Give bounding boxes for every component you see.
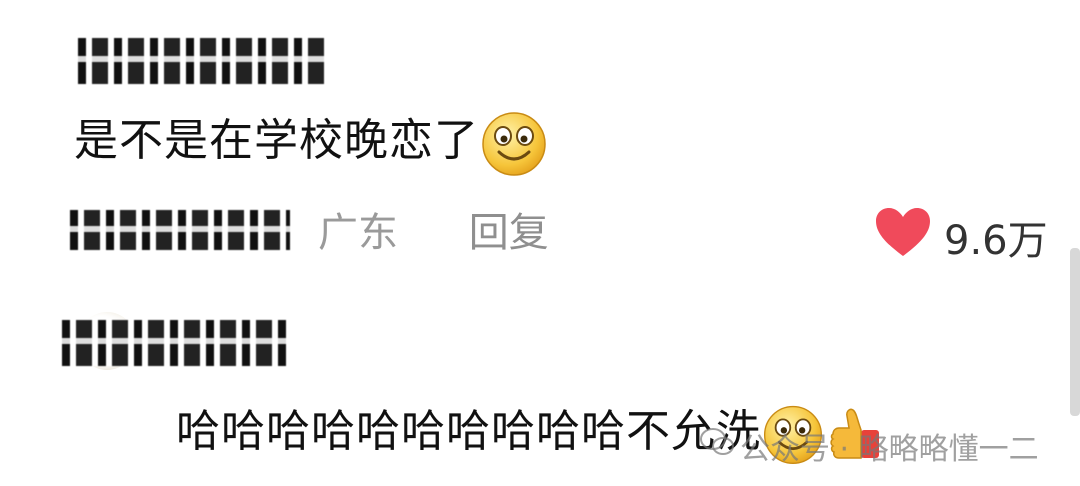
heart-icon bbox=[874, 206, 932, 268]
watermark: 公众号 · 略略略懂一二 bbox=[700, 424, 1039, 468]
wechat-icon bbox=[700, 427, 734, 465]
comment-body: 是不是在学校晚恋了 bbox=[74, 108, 549, 178]
username-redacted bbox=[62, 320, 288, 366]
comment-meta: 广东 回复 bbox=[318, 208, 549, 258]
like-button[interactable]: 9.6万 bbox=[874, 206, 1048, 268]
comment-text: 哈哈哈哈哈哈哈哈哈哈不允洗 bbox=[176, 406, 761, 457]
username-redacted bbox=[78, 38, 324, 84]
smile-emoji-icon bbox=[479, 108, 549, 178]
reply-button[interactable]: 回复 bbox=[469, 210, 549, 256]
comment-text: 是不是在学校晚恋了 bbox=[74, 115, 479, 166]
user-meta-redacted bbox=[70, 210, 290, 250]
scrollbar[interactable] bbox=[1070, 248, 1080, 416]
watermark-text: 公众号 · 略略略懂一二 bbox=[740, 432, 1039, 467]
location-label: 广东 bbox=[318, 210, 398, 256]
like-count: 9.6万 bbox=[944, 218, 1048, 264]
comment-section: 是不是在学校晚恋了 广东 回复 9.6万 哈哈哈哈哈哈哈哈哈哈不允洗 公众号 ·… bbox=[0, 0, 1080, 486]
